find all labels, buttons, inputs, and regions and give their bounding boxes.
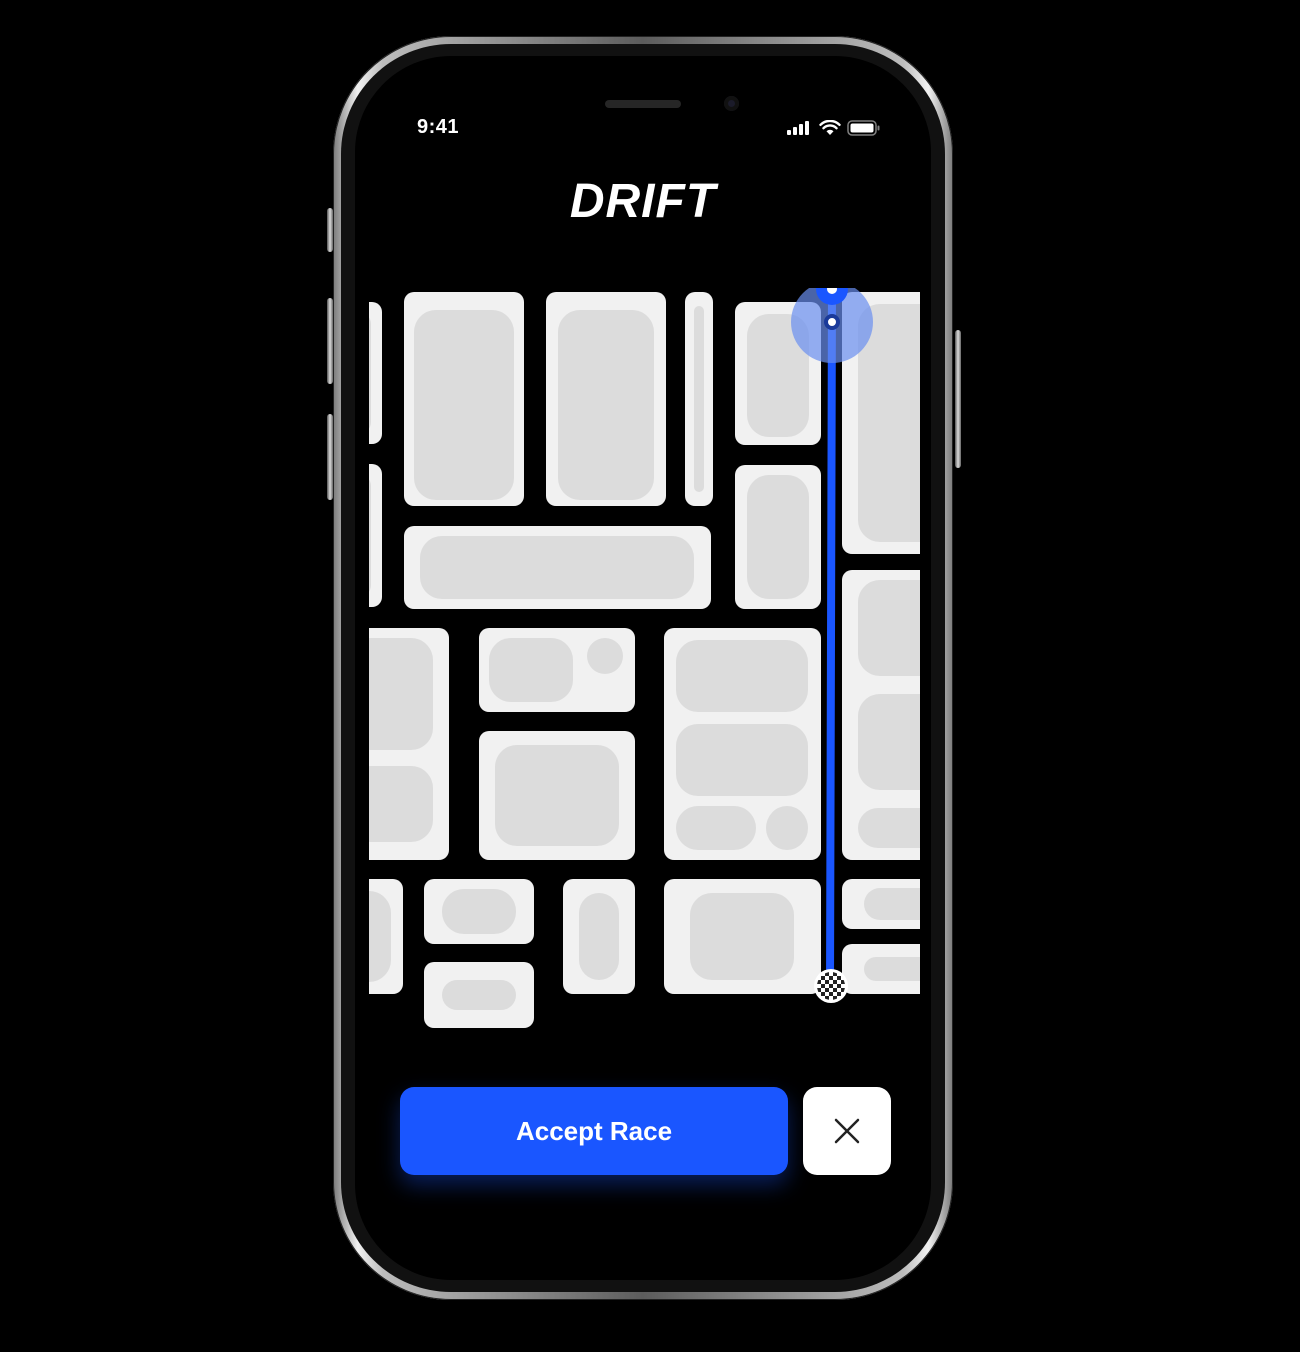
- status-time: 9:41: [417, 116, 460, 138]
- close-icon: [834, 1118, 860, 1144]
- race-route: [791, 288, 873, 992]
- status-icons: [787, 118, 881, 138]
- start-pin-icon: [816, 288, 848, 305]
- phone-frame: 9:41 DRIFT Accept Race: [333, 36, 953, 1300]
- race-map[interactable]: [369, 288, 920, 1048]
- front-camera: [724, 96, 739, 111]
- brand-logo: DRIFT: [569, 175, 717, 228]
- earpiece-speaker: [605, 100, 681, 108]
- power-button: [955, 330, 961, 468]
- cellular-signal-icon: [787, 121, 809, 135]
- battery-icon: [847, 120, 880, 136]
- phone-screen: 9:41 DRIFT Accept Race: [355, 56, 931, 1280]
- wifi-icon: [819, 120, 841, 135]
- accept-race-button[interactable]: Accept Race: [400, 1087, 788, 1175]
- finish-flag-icon: [814, 969, 848, 1003]
- close-button[interactable]: [803, 1087, 891, 1175]
